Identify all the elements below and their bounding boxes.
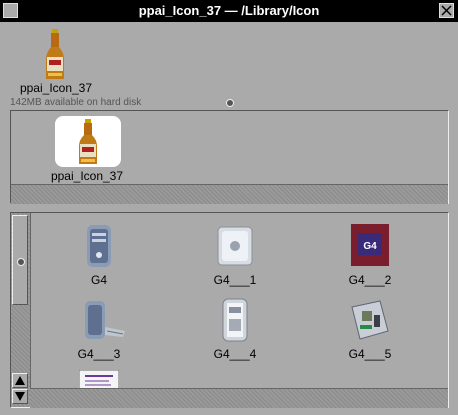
- file-item[interactable]: G4: [49, 223, 149, 293]
- document-icon: [79, 370, 119, 388]
- path-item-label: ppai_Icon_37: [19, 81, 93, 95]
- power-mac-g4-tower-side-icon: [222, 298, 248, 342]
- title-bar[interactable]: ppai_Icon_37 — /Library/Icon: [0, 0, 458, 22]
- file-item[interactable]: G4___3: [49, 297, 149, 367]
- file-item-label: G4___2: [348, 273, 392, 287]
- beer-bottle-icon: [46, 29, 64, 79]
- close-icon: [441, 5, 452, 16]
- window-title: ppai_Icon_37 — /Library/Icon: [138, 3, 320, 18]
- file-browser: G4 G4___1 G4 G4___2 G4___3 G4___4 G4___5: [10, 212, 449, 408]
- svg-text:G4: G4: [363, 241, 377, 252]
- file-item[interactable]: G4___5: [320, 297, 420, 367]
- scroll-down-button[interactable]: [12, 389, 28, 404]
- close-button[interactable]: [439, 3, 454, 18]
- power-mac-g4-cube-icon: [217, 226, 253, 266]
- shelf: ppai_Icon_37: [10, 110, 449, 204]
- resize-knob[interactable]: [226, 99, 234, 107]
- file-item[interactable]: G4 G4___2: [320, 223, 420, 293]
- file-item-partial[interactable]: [79, 370, 119, 388]
- scroll-thumb[interactable]: [12, 215, 28, 305]
- scroll-thumb-dimple: [17, 258, 25, 266]
- power-mac-g4-tower-icon: [87, 225, 111, 267]
- arrow-down-icon: [15, 392, 25, 401]
- file-item-label: G4: [90, 273, 107, 287]
- disk-status: 142MB available on hard disk: [10, 97, 142, 108]
- g4-motherboard-icon: [351, 300, 389, 340]
- arrow-up-icon: [15, 376, 25, 385]
- file-item-label: G4___1: [213, 273, 257, 287]
- power-mac-g4-tower-open-icon: [85, 301, 125, 339]
- file-item-label: G4___4: [213, 347, 257, 361]
- shelf-horizontal-scrollbar[interactable]: [11, 184, 448, 204]
- shelf-item-label: ppai_Icon_37: [50, 169, 124, 183]
- file-item-label: G4___5: [348, 347, 392, 361]
- browser-horizontal-scrollbar[interactable]: [30, 388, 448, 408]
- g4-processor-chip-icon: G4: [351, 224, 389, 266]
- beer-bottle-icon[interactable]: [74, 118, 102, 166]
- file-item-label: G4___3: [77, 347, 121, 361]
- file-item[interactable]: G4___4: [185, 297, 285, 367]
- vertical-scrollbar[interactable]: [11, 213, 31, 407]
- file-item[interactable]: G4___1: [185, 223, 285, 293]
- scroll-up-button[interactable]: [12, 373, 28, 388]
